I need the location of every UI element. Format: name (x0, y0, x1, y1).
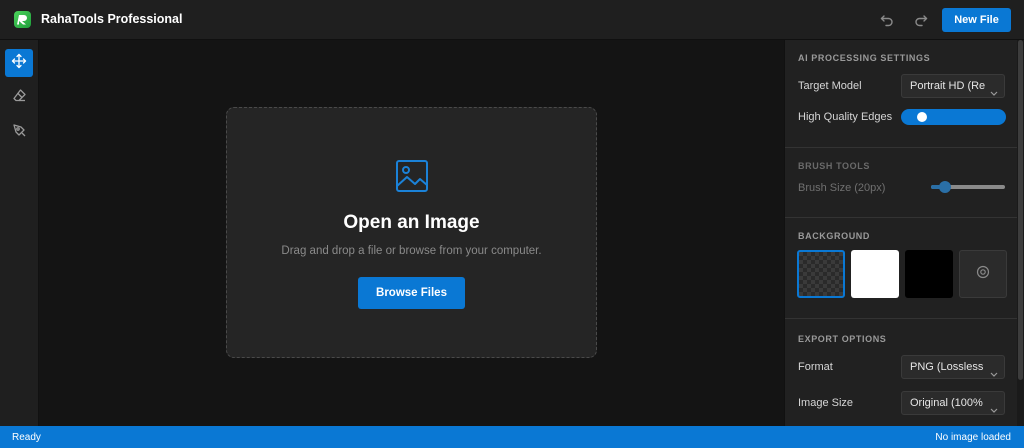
divider (785, 147, 1017, 148)
brush-size-slider[interactable] (931, 181, 1005, 193)
title-bar: RahaTools Professional New File (0, 0, 1024, 40)
eraser-icon (12, 88, 27, 108)
background-title: BACKGROUND (798, 231, 870, 241)
drop-zone[interactable]: Open an Image Drag and drop a file or br… (226, 107, 597, 358)
brush-size-thumb[interactable] (939, 181, 952, 193)
panel-scrollbar[interactable] (1017, 40, 1024, 426)
redo-icon[interactable] (911, 10, 931, 30)
background-transparent-swatch[interactable] (797, 250, 845, 298)
app-logo-icon (14, 11, 31, 28)
format-select[interactable]: PNG (Lossless (901, 355, 1005, 379)
ai-settings-title: AI PROCESSING SETTINGS (798, 53, 931, 63)
chevron-down-icon (990, 364, 998, 378)
image-size-value: Original (100% (910, 397, 983, 409)
move-tool[interactable] (5, 49, 33, 77)
status-bar: Ready No image loaded (0, 426, 1024, 448)
move-icon (11, 53, 27, 74)
image-icon (395, 159, 429, 193)
status-right-text: No image loaded (935, 432, 1011, 443)
tool-sidebar (0, 40, 39, 426)
target-model-select[interactable]: Portrait HD (Re (901, 74, 1005, 98)
color-picker-icon (976, 265, 990, 284)
format-value: PNG (Lossless (910, 361, 984, 373)
drop-zone-subtitle: Drag and drop a file or browse from your… (281, 245, 542, 257)
eraser-tool[interactable] (5, 84, 33, 112)
background-black-swatch[interactable] (905, 250, 953, 298)
format-label: Format (798, 361, 833, 373)
pen-icon (12, 123, 27, 143)
pen-tool[interactable] (5, 119, 33, 147)
image-size-label: Image Size (798, 397, 854, 409)
image-size-select[interactable]: Original (100% (901, 391, 1005, 415)
high-quality-edges-label: High Quality Edges (798, 111, 893, 123)
target-model-value: Portrait HD (Re (910, 80, 986, 92)
scrollbar-thumb[interactable] (1018, 40, 1023, 380)
app-title: RahaTools Professional (41, 12, 183, 26)
undo-icon[interactable] (877, 10, 897, 30)
high-quality-edges-toggle[interactable] (901, 109, 1006, 125)
drop-zone-title: Open an Image (343, 212, 480, 233)
export-options-title: EXPORT OPTIONS (798, 334, 887, 344)
background-custom-swatch[interactable] (959, 250, 1007, 298)
canvas-area: Open an Image Drag and drop a file or br… (39, 40, 784, 426)
settings-panel: AI PROCESSING SETTINGS Target Model Port… (784, 40, 1017, 426)
toggle-knob (917, 112, 927, 122)
new-file-button[interactable]: New File (942, 8, 1011, 32)
chevron-down-icon (990, 83, 998, 97)
brush-size-label: Brush Size (20px) (798, 182, 886, 194)
background-white-swatch[interactable] (851, 250, 899, 298)
brush-tools-title: BRUSH TOOLS (798, 161, 870, 171)
status-left-text: Ready (12, 432, 41, 443)
divider (785, 318, 1017, 319)
browse-files-button[interactable]: Browse Files (358, 277, 465, 309)
divider (785, 217, 1017, 218)
target-model-label: Target Model (798, 80, 862, 92)
chevron-down-icon (990, 400, 998, 414)
